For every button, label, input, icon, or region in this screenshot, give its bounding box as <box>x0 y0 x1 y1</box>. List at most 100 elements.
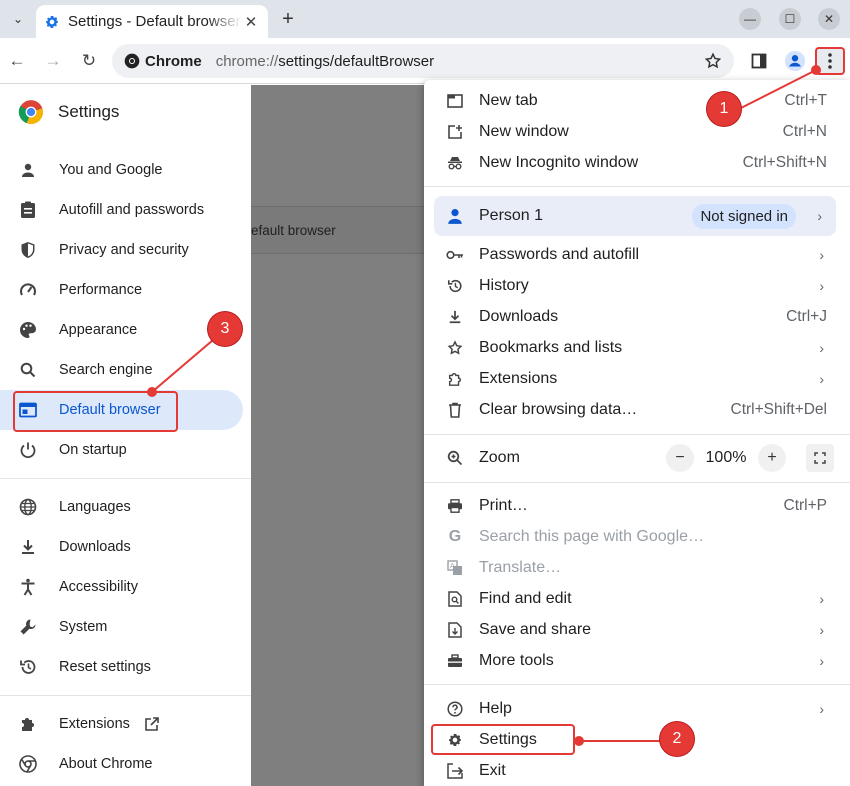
menu-shortcut: Ctrl+J <box>786 307 827 325</box>
menu-item-more-tools[interactable]: More tools › <box>424 645 850 676</box>
sidebar-item-autofill[interactable]: Autofill and passwords <box>0 190 243 230</box>
zoom-icon <box>446 449 464 467</box>
sidebar-item-label: You and Google <box>59 162 163 178</box>
menu-item-label: Exit <box>479 761 506 779</box>
chevron-right-icon: › <box>819 652 824 669</box>
maximize-icon[interactable]: ☐ <box>779 8 801 30</box>
incognito-icon <box>446 154 464 172</box>
menu-item-new-window[interactable]: New window Ctrl+N <box>424 116 850 147</box>
menu-item-save-and-share[interactable]: Save and share › <box>424 614 850 645</box>
tab-search-chevron-icon[interactable]: ⌄ <box>6 7 30 31</box>
shield-icon <box>18 240 38 260</box>
profile-name: Person 1 <box>479 207 544 224</box>
menu-item-label: New tab <box>479 91 538 109</box>
sidebar-item-accessibility[interactable]: Accessibility <box>0 567 243 607</box>
minimize-icon[interactable]: — <box>739 8 761 30</box>
profile-avatar-icon[interactable] <box>782 48 808 74</box>
sidebar-item-on-startup[interactable]: On startup <box>0 430 243 470</box>
menu-item-search-with-google: G Search this page with Google… <box>424 521 850 552</box>
fullscreen-button[interactable] <box>806 444 834 472</box>
kebab-icon <box>828 53 832 69</box>
menu-item-label: Clear browsing data… <box>479 400 638 418</box>
menu-item-label: Help <box>479 699 512 717</box>
menu-item-label: Extensions <box>479 369 558 387</box>
sidebar-item-languages[interactable]: Languages <box>0 487 243 527</box>
new-tab-plus-icon[interactable]: + <box>276 7 300 31</box>
menu-item-new-tab[interactable]: New tab Ctrl+T <box>424 85 850 116</box>
back-arrow-icon[interactable]: ← <box>4 48 30 74</box>
close-window-icon[interactable]: ✕ <box>818 8 840 30</box>
site-chip[interactable]: Chrome <box>124 53 202 70</box>
menu-item-label: Find and edit <box>479 589 572 607</box>
sidebar-item-label: System <box>59 619 108 635</box>
sidebar-item-label: Privacy and security <box>59 242 189 258</box>
wrench-icon <box>18 617 38 637</box>
sidebar-item-about-chrome[interactable]: About Chrome <box>0 744 243 784</box>
forward-arrow-icon[interactable]: → <box>40 48 66 74</box>
menu-item-help[interactable]: Help › <box>424 693 850 724</box>
puzzle-icon <box>18 714 38 734</box>
reload-icon[interactable]: ↻ <box>76 48 102 74</box>
menu-item-passwords[interactable]: Passwords and autofill › <box>424 239 850 270</box>
sidebar-item-reset-settings[interactable]: Reset settings <box>0 647 243 687</box>
chrome-logo-icon <box>18 100 44 125</box>
menu-item-history[interactable]: History › <box>424 270 850 301</box>
zoom-out-button[interactable]: − <box>666 444 694 472</box>
sidebar-divider <box>0 478 251 479</box>
sidebar-item-extensions[interactable]: Extensions <box>0 704 243 744</box>
chevron-right-icon: › <box>819 339 824 356</box>
menu-item-extensions[interactable]: Extensions › <box>424 363 850 394</box>
save-share-icon <box>446 621 464 639</box>
bookmark-star-icon[interactable] <box>702 50 724 72</box>
menu-item-label: New Incognito window <box>479 153 639 171</box>
menu-divider <box>424 186 850 187</box>
step-1-badge: 1 <box>707 92 741 126</box>
sidebar-item-label: On startup <box>59 442 127 458</box>
tab-settings[interactable]: Settings - Default browser ✕ <box>36 5 268 38</box>
sidebar-item-appearance[interactable]: Appearance <box>0 310 243 350</box>
settings-sidebar: Settings You and Google Autofill and pas… <box>0 85 251 786</box>
download-icon <box>446 308 464 326</box>
menu-item-clear-browsing-data[interactable]: Clear browsing data… Ctrl+Shift+Del <box>424 394 850 425</box>
person-icon <box>18 160 38 180</box>
profile-avatar-icon <box>446 207 464 225</box>
sidebar-item-you-and-google[interactable]: You and Google <box>0 150 243 190</box>
menu-item-label: Passwords and autofill <box>479 245 640 263</box>
menu-item-label: Translate… <box>479 558 562 576</box>
menu-item-downloads[interactable]: Downloads Ctrl+J <box>424 301 850 332</box>
menu-item-exit[interactable]: Exit <box>424 755 850 786</box>
menu-item-label: Print… <box>479 496 528 514</box>
sidebar-item-label: Extensions <box>59 716 130 732</box>
sidebar-item-label: Downloads <box>59 539 131 555</box>
zoom-controls: − 100% + <box>666 444 786 472</box>
sidebar-item-system[interactable]: System <box>0 607 243 647</box>
fullscreen-icon <box>814 452 826 464</box>
menu-item-label: Bookmarks and lists <box>479 338 623 356</box>
restore-icon <box>18 657 38 677</box>
menu-shortcut: Ctrl+T <box>784 91 827 109</box>
sidebar-header: Settings <box>0 85 251 139</box>
default-browser-card: efault browser <box>251 206 451 254</box>
clipboard-icon <box>18 200 38 220</box>
menu-item-new-incognito[interactable]: New Incognito window Ctrl+Shift+N <box>424 147 850 178</box>
menu-item-person-profile[interactable]: Person 1 Not signed in › <box>434 196 836 236</box>
sidebar-item-label: Languages <box>59 499 131 515</box>
chrome-menu-kebab-button[interactable] <box>815 47 845 75</box>
sidebar-item-label: About Chrome <box>59 756 153 772</box>
menu-item-bookmarks[interactable]: Bookmarks and lists › <box>424 332 850 363</box>
menu-item-print[interactable]: Print… Ctrl+P <box>424 490 850 521</box>
menu-shortcut: Ctrl+N <box>782 122 827 140</box>
printer-icon <box>446 497 464 515</box>
sidebar-item-downloads[interactable]: Downloads <box>0 527 243 567</box>
search-icon <box>18 360 38 380</box>
menu-divider <box>424 684 850 685</box>
menu-item-find-and-edit[interactable]: Find and edit › <box>424 583 850 614</box>
sidebar-item-search-engine[interactable]: Search engine <box>0 350 243 390</box>
zoom-in-button[interactable]: + <box>758 444 786 472</box>
menu-divider <box>424 482 850 483</box>
sidebar-item-performance[interactable]: Performance <box>0 270 243 310</box>
side-panel-icon[interactable] <box>746 48 772 74</box>
address-bar[interactable]: Chrome chrome://settings/defaultBrowser <box>112 44 734 78</box>
close-tab-icon[interactable]: ✕ <box>242 13 260 31</box>
sidebar-item-privacy[interactable]: Privacy and security <box>0 230 243 270</box>
